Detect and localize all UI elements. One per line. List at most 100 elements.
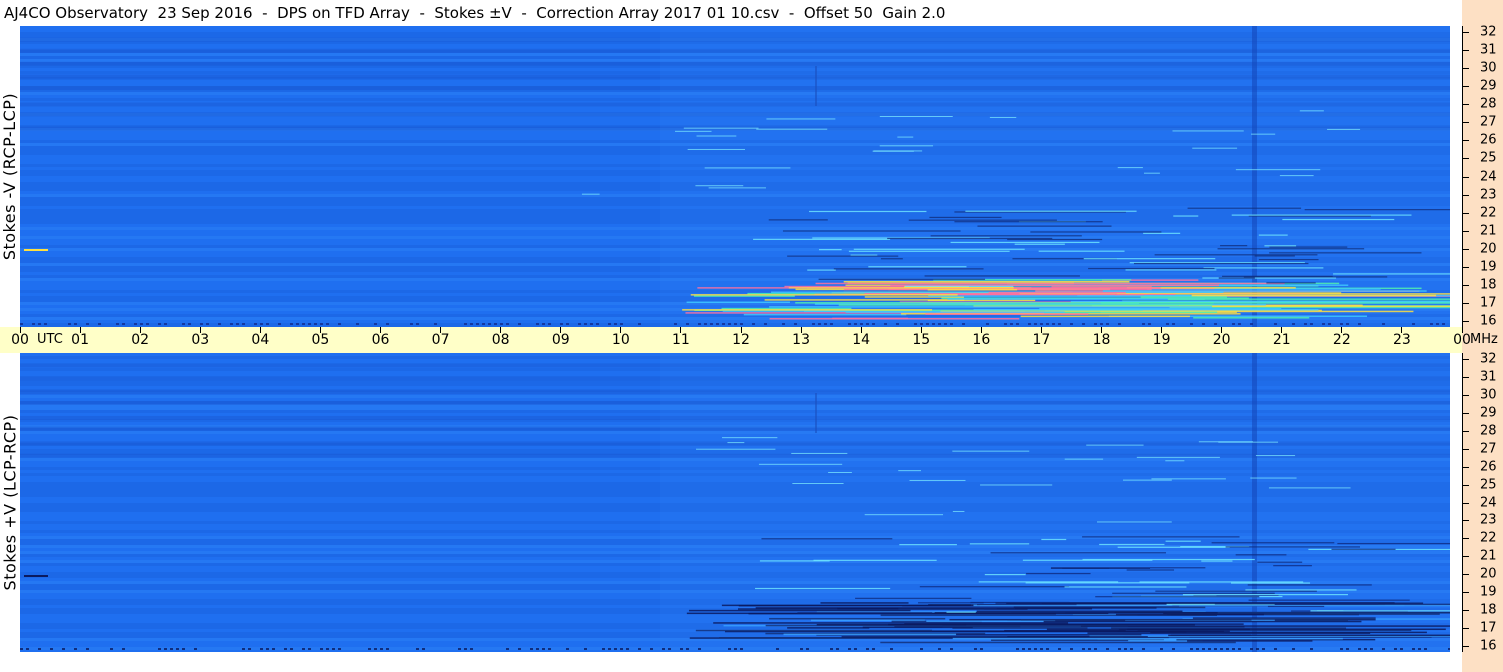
bottom-dot [200, 323, 203, 325]
bottom-dot [1094, 323, 1097, 325]
burst-streak [695, 629, 933, 632]
upper-streak [1235, 169, 1321, 171]
bottom-dot [794, 323, 797, 325]
freq-label: 22 [1480, 530, 1497, 546]
burst-streak [688, 609, 911, 612]
mid-streak [1022, 559, 1153, 561]
mid-streak [1026, 572, 1091, 575]
bottom-dot [38, 323, 41, 325]
mid-streak [1304, 209, 1450, 211]
freq-tick [1463, 212, 1469, 214]
bottom-dot [1088, 648, 1091, 650]
upper-streak [756, 128, 828, 130]
bottom-dot [1394, 648, 1397, 650]
burst-streak [926, 620, 1056, 622]
bottom-dot [1202, 323, 1205, 325]
bottom-dot [1340, 323, 1343, 325]
bottom-dot [1382, 648, 1385, 650]
bottom-dot [26, 648, 29, 650]
mid-streak [848, 250, 1010, 252]
bottom-dot [830, 648, 833, 650]
bottom-dot [326, 323, 329, 325]
freq-label: 25 [1480, 477, 1497, 493]
upper-streak [864, 514, 944, 516]
burst-streak [1087, 632, 1371, 634]
bottom-dot [1214, 323, 1217, 325]
mid-streak [954, 221, 1103, 223]
bottom-dot [1172, 323, 1175, 325]
bottom-dot [674, 323, 677, 325]
bottom-dot [1346, 323, 1349, 325]
bottom-dot [1256, 648, 1259, 650]
bottom-dot [260, 323, 263, 325]
freq-tick [1463, 266, 1469, 268]
bottom-dot [890, 648, 893, 650]
upper-streak [1172, 130, 1244, 132]
bottom-dot [1016, 648, 1019, 650]
bottom-dot [860, 323, 863, 325]
mid-streak [1038, 250, 1125, 252]
bottom-dot [848, 323, 851, 325]
bottom-dot [662, 648, 665, 650]
upper-streak [581, 193, 600, 195]
mid-streak [965, 210, 1137, 212]
freq-tick [1463, 538, 1469, 540]
freq-tick [1463, 359, 1469, 360]
bottom-dot [1220, 648, 1223, 650]
top-spectrogram [20, 26, 1450, 327]
burst-streak [925, 313, 1089, 315]
bottom-panel-label-text: Stokes +V (LCP-RCP) [0, 414, 20, 591]
bottom-dot [1052, 323, 1055, 325]
bottom-dot [176, 648, 179, 650]
upper-streak [1250, 477, 1297, 479]
burst-streak [1043, 620, 1362, 623]
bottom-dot [122, 323, 125, 325]
bottom-dot [338, 648, 341, 650]
bottom-dot [1028, 648, 1031, 650]
freq-label: 23 [1480, 512, 1497, 528]
mid-streak [1264, 245, 1297, 247]
bottom-dot [1436, 323, 1439, 325]
bottom-dot [1226, 648, 1229, 650]
burst-streak [838, 304, 1213, 306]
mid-streak [761, 538, 893, 540]
burst-streak [947, 298, 1205, 300]
mid-streak [1117, 546, 1230, 548]
upper-streak [727, 442, 745, 444]
mid-streak [1038, 611, 1115, 613]
top-panel-label-text: Stokes -V (RCP-LCP) [0, 92, 20, 261]
burst-streak [1080, 625, 1450, 627]
mid-streak [1220, 245, 1248, 247]
mhz-label: MHz [1470, 332, 1498, 347]
upper-streak [1268, 487, 1351, 489]
bottom-dot [1250, 323, 1253, 325]
freq-label: 27 [1480, 114, 1497, 130]
bottom-dot [1070, 648, 1073, 650]
upper-streak [722, 437, 778, 439]
mid-streak [809, 210, 927, 213]
bottom-dot [374, 648, 377, 650]
mid-streak [1282, 218, 1395, 221]
bottom-dot [896, 323, 899, 325]
left-marker [24, 249, 48, 251]
bottom-dot [44, 323, 47, 325]
bottom-dot [182, 323, 185, 325]
bottom-dot [410, 323, 413, 325]
bottom-dot [1232, 648, 1235, 650]
burst-streak [769, 306, 1212, 308]
mid-streak [984, 573, 1026, 576]
bottom-dot [938, 648, 941, 650]
bottom-dot [20, 648, 23, 650]
bottom-dot [110, 648, 113, 650]
bottom-dot [182, 648, 185, 650]
bottom-dot [206, 323, 209, 325]
bottom-dot [740, 323, 743, 325]
freq-label: 29 [1480, 78, 1497, 94]
burst-streak [942, 625, 1021, 628]
bottom-dot [278, 323, 281, 325]
bottom-dot [32, 323, 35, 325]
hour-label: 01 [71, 332, 89, 348]
bottom-dot [530, 648, 533, 650]
bottom-dot [1412, 323, 1415, 325]
hour-label: 06 [371, 332, 390, 348]
